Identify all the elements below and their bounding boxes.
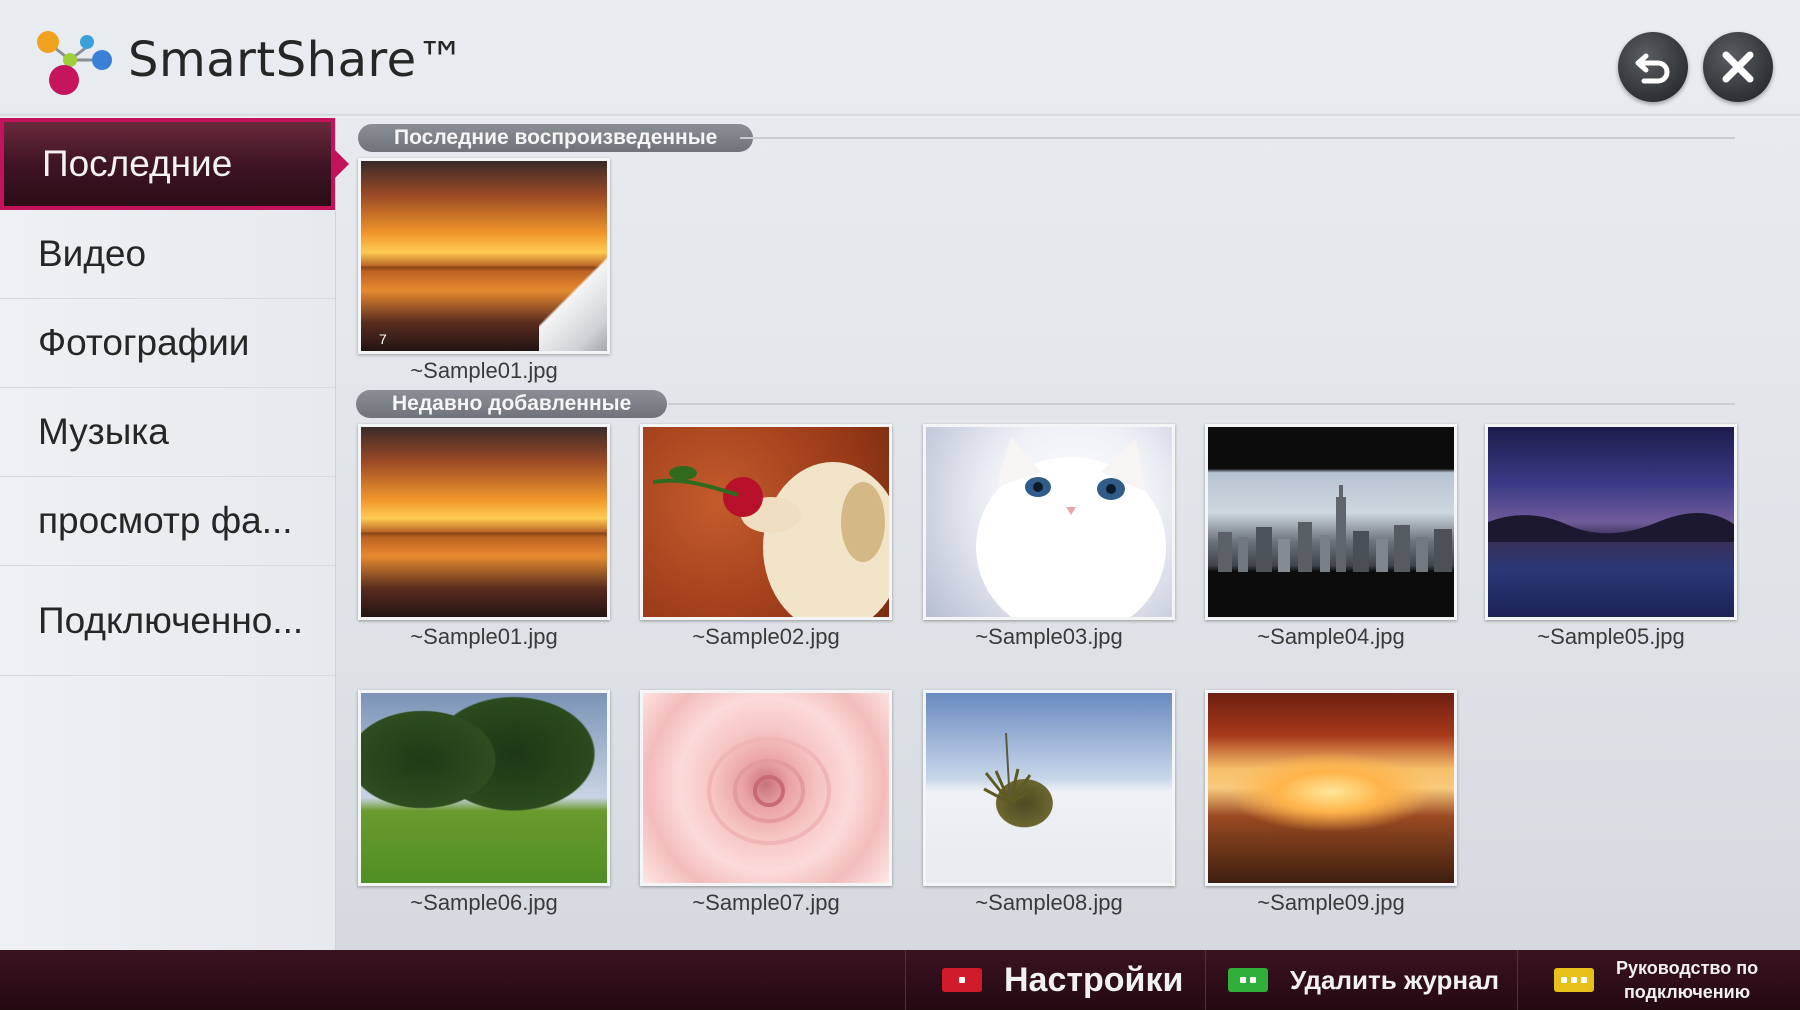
thumbnail-label: ~Sample07.jpg: [692, 890, 840, 915]
delete-log-label: Удалить журнал: [1290, 964, 1500, 995]
sidebar: Последние Видео Фотографии Музыка просмо…: [0, 118, 349, 950]
red-key-icon: [942, 968, 982, 992]
smartshare-logo-icon: [37, 31, 112, 95]
close-icon: [1722, 51, 1754, 83]
header: SmartShare™: [0, 0, 1800, 120]
thumbnail-label: ~Sample03.jpg: [975, 624, 1123, 649]
sidebar-item-label: Последние: [42, 143, 233, 184]
sidebar-item-connected[interactable]: Подключенно...: [0, 566, 335, 676]
dog-rose-illustration: [652, 462, 889, 617]
sidebar-item-photos[interactable]: Фотографии: [0, 299, 335, 388]
connection-guide-line2: подключению: [1623, 982, 1751, 1002]
thumbnail-label: ~Sample02.jpg: [692, 624, 840, 649]
connection-guide-button[interactable]: Руководство по подключению: [1517, 950, 1800, 1010]
back-button[interactable]: [1618, 32, 1688, 102]
thumbnail-label: ~Sample06.jpg: [410, 890, 558, 915]
night-lake-illustration: [1488, 513, 1734, 542]
section-header-recent-played: Последние воспроизведенные: [358, 124, 754, 152]
thumbnail-label: ~Sample01.jpg: [410, 358, 558, 383]
settings-button[interactable]: Настройки: [905, 950, 1205, 1010]
thumbnail-sample09[interactable]: [1205, 690, 1457, 886]
footer-bar: Настройки Удалить журнал Руководство по …: [0, 950, 1800, 1010]
desert-plant-illustration: [983, 732, 1037, 805]
sidebar-item-music[interactable]: Музыка: [0, 388, 335, 477]
connection-guide-line1: Руководство по: [1616, 958, 1759, 978]
thumbnail-recent-sample01[interactable]: 7: [358, 158, 610, 354]
app-title: SmartShare™: [128, 32, 466, 88]
green-key-icon: [1228, 968, 1268, 992]
back-arrow-icon: [1635, 53, 1670, 84]
section-divider: [740, 137, 1735, 139]
sidebar-item-label: Фотографии: [38, 322, 250, 363]
close-button[interactable]: [1703, 32, 1773, 102]
connection-guide-label: Руководство по подключению: [1616, 956, 1758, 1004]
thumbnail-sample06[interactable]: [358, 690, 610, 886]
sidebar-item-recent[interactable]: Последние: [0, 118, 349, 210]
sidebar-item-label: просмотр фа...: [38, 500, 293, 541]
thumbnail-label: ~Sample05.jpg: [1537, 624, 1685, 649]
sidebar-item-label: Видео: [38, 233, 147, 274]
sidebar-item-video[interactable]: Видео: [0, 210, 335, 299]
thumbnail-sample08[interactable]: [923, 690, 1175, 886]
sidebar-item-label: Музыка: [38, 411, 169, 452]
thumbnail-sample07[interactable]: [640, 690, 892, 886]
thumbnail-sample01[interactable]: [358, 424, 610, 620]
rose-illustration: [707, 737, 832, 845]
thumbnail-label: ~Sample09.jpg: [1257, 890, 1405, 915]
thumbnail-sample02[interactable]: [640, 424, 892, 620]
section-header-recently-added: Недавно добавленные: [356, 390, 668, 418]
item-count-badge: 7: [379, 331, 387, 347]
sidebar-item-label: Подключенно...: [38, 599, 304, 641]
thumbnail-label: ~Sample01.jpg: [410, 624, 558, 649]
yellow-key-icon: [1554, 968, 1594, 992]
thumbnail-sample05[interactable]: [1485, 424, 1737, 620]
thumbnail-label: ~Sample08.jpg: [975, 890, 1123, 915]
delete-log-button[interactable]: Удалить журнал: [1205, 950, 1517, 1010]
thumbnail-sample04[interactable]: [1205, 424, 1457, 620]
city-skyline-illustration: [1218, 485, 1452, 572]
page-curl-icon: [539, 233, 607, 351]
thumbnail-sample03[interactable]: [923, 424, 1175, 620]
settings-label: Настройки: [1004, 960, 1184, 999]
kitten-illustration: [976, 437, 1166, 617]
section-divider: [668, 403, 1735, 405]
thumbnail-label: ~Sample04.jpg: [1257, 624, 1405, 649]
sidebar-item-file-viewer[interactable]: просмотр фа...: [0, 477, 335, 566]
